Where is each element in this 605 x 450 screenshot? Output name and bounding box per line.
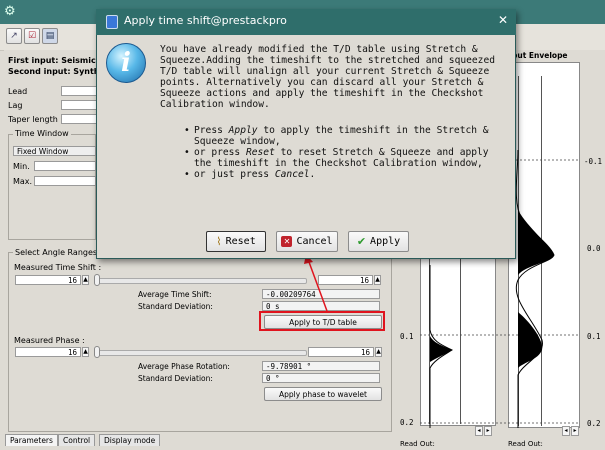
bullet-cancel-prefix: or just press bbox=[194, 169, 275, 180]
reset-button[interactable]: ⌇ Reset bbox=[206, 231, 266, 252]
bullet-reset-prefix: or press bbox=[194, 147, 246, 158]
dialog-message: You have already modified the T/D table … bbox=[160, 44, 496, 110]
dialog-bullet-list: • Press Apply to apply the timeshift in t… bbox=[184, 125, 506, 180]
bullet-dot-1: • bbox=[184, 125, 190, 136]
bullet-apply-prefix: Press bbox=[194, 125, 229, 136]
info-icon-glyph: i bbox=[121, 48, 131, 78]
checkmark-icon: ✔ bbox=[356, 235, 367, 248]
dialog-app-icon bbox=[106, 15, 118, 29]
bullet-cancel-suffix: . bbox=[309, 169, 316, 180]
info-icon: i bbox=[106, 43, 146, 83]
bullet-apply: • Press Apply to apply the timeshift in t… bbox=[184, 125, 506, 147]
dialog-close-icon[interactable]: ✕ bbox=[498, 13, 508, 27]
bullet-dot-2: • bbox=[184, 147, 190, 158]
bullet-dot-3: • bbox=[184, 169, 190, 180]
bullet-apply-word: Apply bbox=[228, 125, 258, 136]
apply-button[interactable]: ✔ Apply bbox=[348, 231, 409, 252]
cancel-button[interactable]: ✕ Cancel bbox=[276, 231, 338, 252]
bullet-reset: • or press Reset to reset Stretch & Squee… bbox=[184, 147, 506, 169]
broom-icon: ⌇ bbox=[216, 235, 222, 248]
bullet-cancel: • or just press Cancel. bbox=[184, 169, 506, 180]
apply-button-label: Apply bbox=[370, 236, 401, 247]
bullet-cancel-word: Cancel bbox=[274, 169, 310, 180]
reset-button-label: Reset bbox=[225, 236, 256, 247]
bullet-reset-word: Reset bbox=[245, 147, 275, 158]
arrow-shaft bbox=[308, 261, 328, 312]
dialog-title: Apply time shift@prestackpro bbox=[124, 14, 287, 27]
cancel-button-label: Cancel bbox=[296, 236, 333, 247]
cancel-x-icon: ✕ bbox=[281, 236, 293, 247]
